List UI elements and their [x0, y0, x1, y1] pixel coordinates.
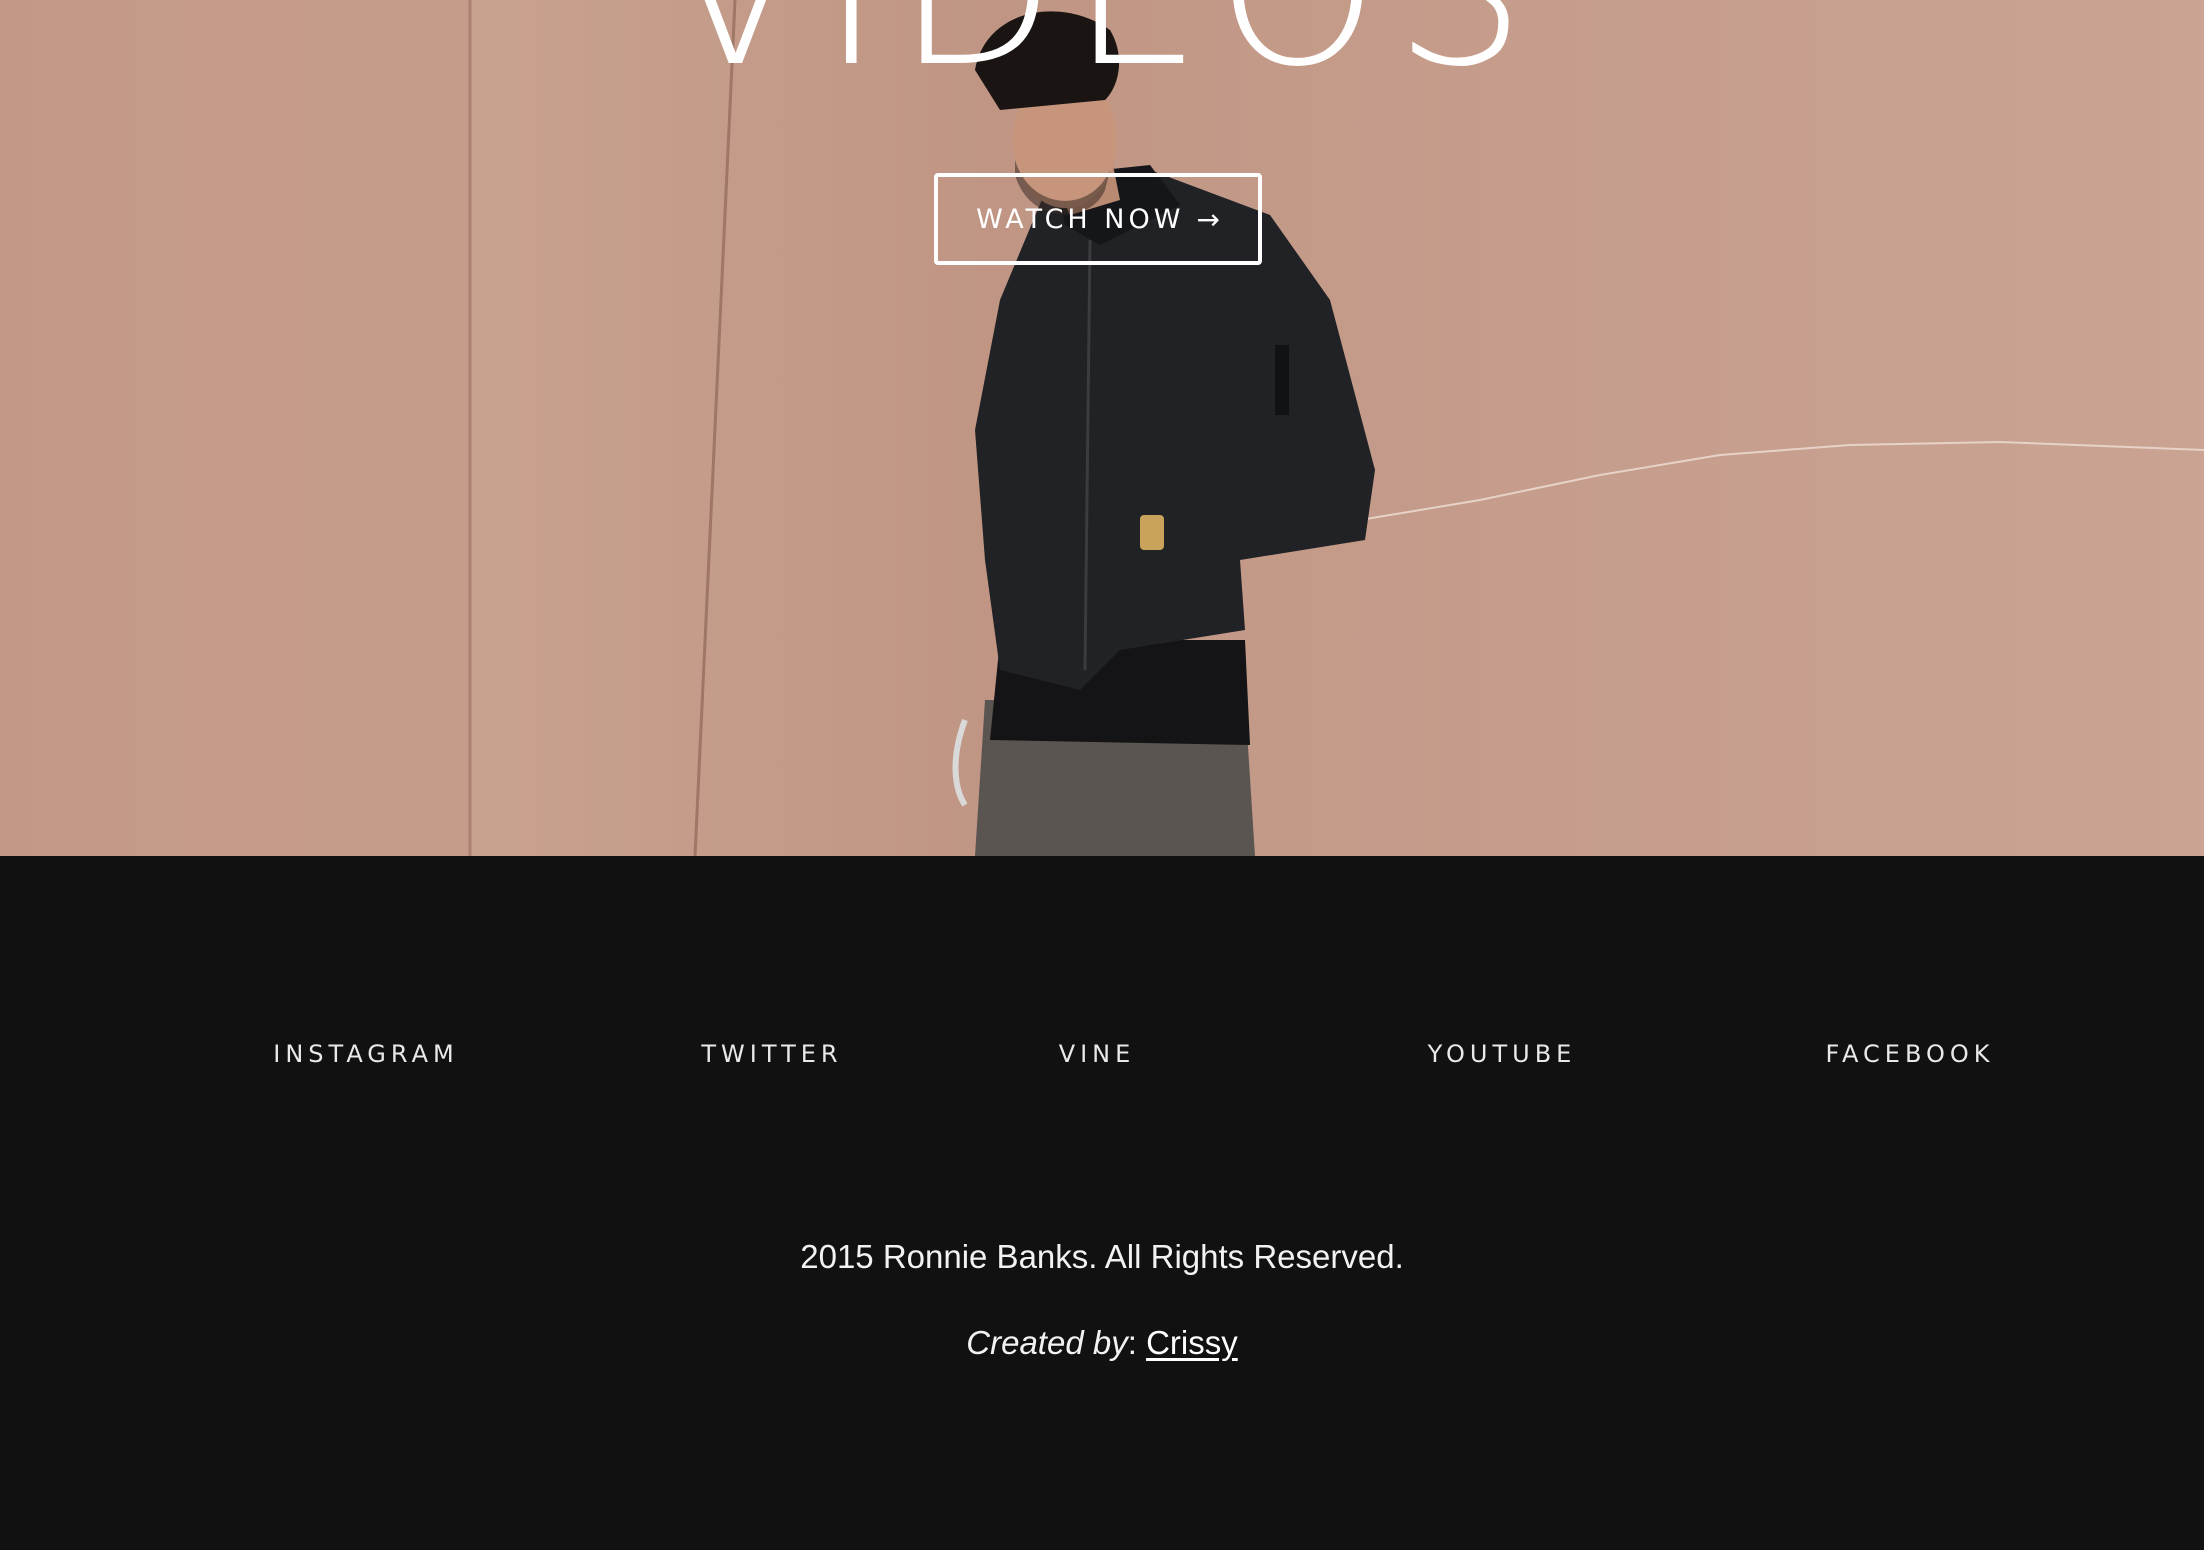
social-link-youtube[interactable]: YOUTUBE	[1352, 1040, 1652, 1068]
social-link-vine[interactable]: VINE	[947, 1040, 1247, 1068]
page-title: VIDEOS	[0, 0, 2204, 112]
social-link-facebook[interactable]: FACEBOOK	[1760, 1040, 2060, 1068]
sleeve-pocket	[1275, 345, 1289, 415]
social-link-twitter[interactable]: TWITTER	[622, 1040, 922, 1068]
wall-shadow-panel	[0, 0, 470, 856]
wall-seam	[693, 0, 737, 856]
arrow-right-icon: →	[1196, 202, 1220, 236]
person-keychain	[952, 718, 968, 807]
watch-now-label: WATCH NOW	[976, 203, 1185, 235]
footer: INSTAGRAM TWITTER VINE YOUTUBE FACEBOOK …	[0, 856, 2204, 1550]
hero-section: VIDEOS WATCH NOW →	[0, 0, 2204, 856]
person-watch	[1140, 515, 1164, 550]
credit-label: Created by	[966, 1324, 1128, 1361]
credit-author-link[interactable]: Crissy	[1146, 1324, 1238, 1361]
credit-separator: :	[1127, 1324, 1137, 1361]
social-link-instagram[interactable]: INSTAGRAM	[216, 1040, 516, 1068]
wall-crack	[1329, 440, 2204, 526]
watch-now-button[interactable]: WATCH NOW →	[934, 173, 1262, 265]
hero-photo	[0, 0, 2204, 856]
copyright-text: 2015 Ronnie Banks. All Rights Reserved.	[800, 1238, 1404, 1275]
credit-line: Created by: Crissy	[0, 1324, 2204, 1362]
